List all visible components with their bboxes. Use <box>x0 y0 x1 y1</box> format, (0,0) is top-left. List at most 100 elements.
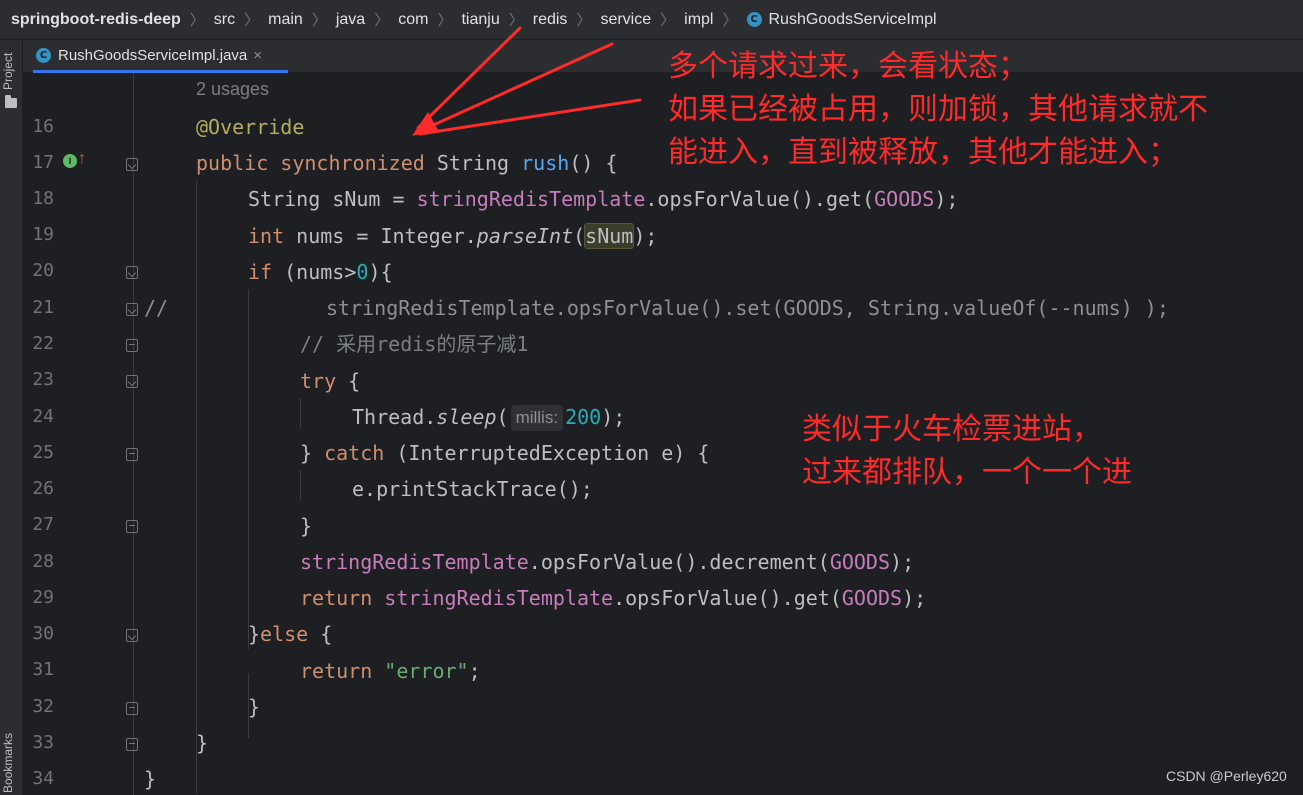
code-line-21: // <box>144 290 168 326</box>
breadcrumb-item-main[interactable]: main <box>268 11 303 29</box>
line-number: 32 <box>32 696 54 717</box>
line-number: 31 <box>32 659 54 680</box>
folder-icon[interactable] <box>5 95 17 108</box>
fold-toggle-icon[interactable] <box>126 303 138 316</box>
method-name-token: rush <box>521 151 570 175</box>
fold-toggle-icon[interactable] <box>126 738 138 751</box>
line-number: 17 <box>32 152 54 173</box>
code-line-26: e.printStackTrace(); <box>352 471 593 507</box>
type-token: String <box>436 151 510 175</box>
comment-slashes: // <box>144 296 169 320</box>
number-token: 0 <box>356 260 369 284</box>
code-token: () { <box>569 151 618 175</box>
keyword-token: else <box>260 622 309 646</box>
code-line-30: }else { <box>248 616 332 652</box>
keyword-token: int <box>248 224 285 248</box>
field-token: stringRedisTemplate <box>384 586 614 610</box>
close-icon[interactable]: × <box>253 47 262 64</box>
code-token: ); <box>633 224 658 248</box>
line-gutter: 16 17 18 19 20 21 22 23 24 25 26 27 28 2… <box>23 73 143 795</box>
breadcrumb-separator-icon: 〉 <box>437 12 453 29</box>
breadcrumb-item-redis[interactable]: redis <box>533 11 568 29</box>
breadcrumb-item-impl[interactable]: impl <box>684 11 713 29</box>
code-line-19: int nums = Integer.parseInt(sNum); <box>248 218 657 254</box>
line-number: 34 <box>32 768 54 789</box>
breadcrumb-separator-icon: 〉 <box>311 12 327 29</box>
bookmarks-tool-button[interactable]: Bookmarks <box>1 730 21 795</box>
code-token: { <box>308 622 333 646</box>
line-number: 21 <box>32 297 54 318</box>
fold-toggle-icon[interactable] <box>126 520 138 533</box>
breadcrumb-item-tianju[interactable]: tianju <box>461 11 499 29</box>
code-line-34: } <box>144 761 156 795</box>
tab-rush-goods-service-impl[interactable]: C RushGoodsServiceImpl.java × <box>33 40 288 73</box>
code-token: ); <box>902 586 927 610</box>
breadcrumb-item-src[interactable]: src <box>214 11 235 29</box>
line-number: 30 <box>32 623 54 644</box>
code-line-24: Thread.sleep(millis: 200); <box>352 399 625 435</box>
code-token: } <box>300 514 313 538</box>
tab-label: RushGoodsServiceImpl.java <box>58 46 248 64</box>
code-line-25: } catch (InterruptedException e) { <box>300 435 709 471</box>
keyword-token: if <box>248 260 273 284</box>
string-token: "error" <box>384 659 469 683</box>
code-line-20: if (nums>0){ <box>248 254 393 290</box>
line-number: 23 <box>32 369 54 390</box>
highlighted-variable[interactable]: sNum <box>584 223 635 249</box>
line-number: 19 <box>32 224 54 245</box>
indent-guide <box>300 398 301 428</box>
code-token: ; <box>468 659 481 683</box>
keyword-token: return <box>300 659 373 683</box>
usages-hint[interactable]: 2 usages <box>196 79 269 100</box>
annotation-line: 过来都排队，一个一个进 <box>802 455 1132 490</box>
code-token: e.printStackTrace(); <box>352 477 593 501</box>
indent-guide <box>248 289 249 649</box>
code-line-31: return "error"; <box>300 653 481 689</box>
code-token: ( <box>496 405 509 429</box>
class-icon: C <box>746 12 762 27</box>
fold-toggle-icon[interactable] <box>126 375 138 388</box>
code-line-17: public synchronized String rush() { <box>196 145 617 181</box>
fold-toggle-icon[interactable] <box>126 266 138 279</box>
breadcrumb-item-com[interactable]: com <box>398 11 428 29</box>
line-number: 33 <box>32 732 54 753</box>
constant-token: GOODS <box>874 187 935 211</box>
breadcrumb-separator-icon: 〉 <box>508 12 524 29</box>
code-token: .opsForValue().decrement( <box>528 550 830 574</box>
line-number: 26 <box>32 478 54 499</box>
method-token: parseInt <box>476 224 574 248</box>
line-number: 18 <box>32 188 54 209</box>
fold-toggle-icon[interactable] <box>126 448 138 461</box>
code-token: Thread. <box>352 405 437 429</box>
breadcrumb-project[interactable]: springboot-redis-deep <box>11 11 181 29</box>
implements-method-icon[interactable]: I <box>63 154 77 168</box>
parameter-hint: millis: <box>510 405 564 431</box>
annotation-line: 类似于火车检票进站， <box>802 412 1102 447</box>
keyword-token: public <box>196 151 269 175</box>
code-line-16: @Override <box>196 109 304 145</box>
breadcrumb-separator-icon: 〉 <box>189 12 205 29</box>
arrow-up-icon[interactable]: ↑ <box>78 150 86 168</box>
breadcrumb-separator-icon: 〉 <box>244 12 260 29</box>
line-number: 22 <box>32 333 54 354</box>
fold-toggle-icon[interactable] <box>126 629 138 642</box>
method-token: sleep <box>436 405 497 429</box>
fold-toggle-icon[interactable] <box>126 702 138 715</box>
breadcrumb-separator-icon: 〉 <box>576 12 592 29</box>
fold-toggle-icon[interactable] <box>126 339 138 352</box>
breadcrumb-item-class[interactable]: C RushGoodsServiceImpl <box>746 11 937 29</box>
code-line-18: String sNum = stringRedisTemplate.opsFor… <box>248 181 958 217</box>
code-line-21-body: stringRedisTemplate.opsForValue().set(GO… <box>326 290 1169 326</box>
code-token: (nums> <box>272 260 357 284</box>
breadcrumb-item-service[interactable]: service <box>600 11 651 29</box>
code-token: } <box>144 767 157 791</box>
commented-code-token: stringRedisTemplate.opsForValue().set(GO… <box>326 296 1169 320</box>
code-token: ); <box>601 405 626 429</box>
breadcrumb-item-java[interactable]: java <box>336 11 365 29</box>
code-token: String sNum = <box>248 187 417 211</box>
fold-toggle-icon[interactable] <box>126 158 138 171</box>
code-line-22: // 采用redis的原子减1 <box>300 326 528 362</box>
project-tool-button[interactable]: Project <box>1 46 21 96</box>
code-token: } <box>196 731 209 755</box>
code-token: { <box>336 369 361 393</box>
